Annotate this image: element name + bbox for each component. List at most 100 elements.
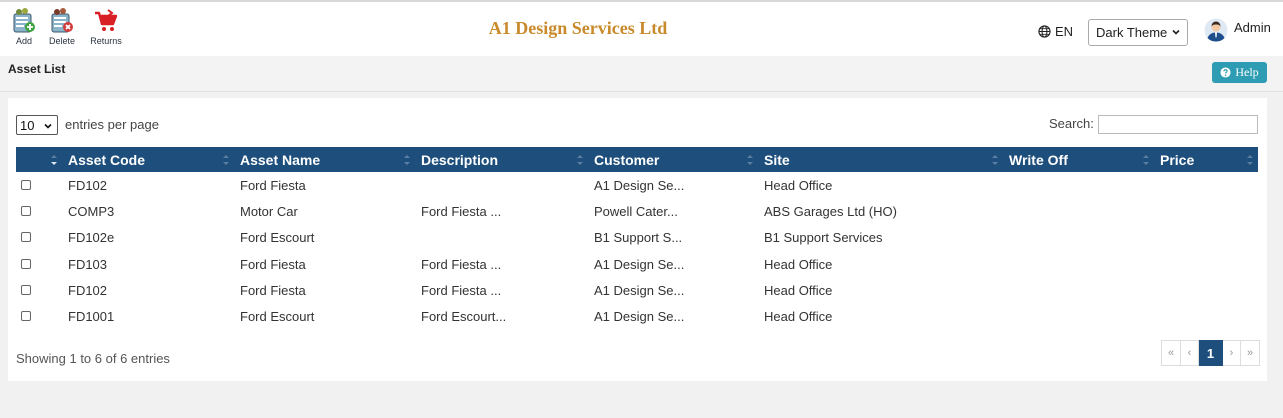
last-page-button[interactable]: » bbox=[1241, 340, 1260, 366]
customer-cell: Powell Cater... bbox=[594, 203, 678, 219]
row-checkbox[interactable] bbox=[21, 311, 31, 322]
write-off-cell bbox=[1003, 277, 1154, 303]
description-cell: Ford Fiesta ... bbox=[421, 203, 502, 219]
sort-icon bbox=[1143, 155, 1149, 165]
column-header-asset-code[interactable]: Asset Code bbox=[62, 147, 234, 172]
table-row[interactable]: FD1001 Ford Escourt Ford Escourt... A1 D… bbox=[16, 303, 1258, 329]
language-selector[interactable]: EN bbox=[1038, 24, 1073, 39]
site-cell: Head Office bbox=[764, 256, 833, 272]
language-label: EN bbox=[1055, 24, 1074, 39]
column-header-write-off[interactable]: Write Off bbox=[1003, 147, 1154, 172]
table-row[interactable]: FD103 Ford Fiesta Ford Fiesta ... A1 Des… bbox=[16, 251, 1258, 277]
customer-cell: A1 Design Se... bbox=[594, 282, 685, 298]
column-header-customer[interactable]: Customer bbox=[588, 147, 758, 172]
help-button[interactable]: Help bbox=[1212, 62, 1267, 83]
table-row[interactable]: FD102 Ford Fiesta Ford Fiesta ... A1 Des… bbox=[16, 277, 1258, 303]
sort-icon bbox=[747, 155, 753, 165]
theme-select[interactable]: Dark Theme bbox=[1088, 19, 1188, 46]
site-cell: ABS Garages Ltd (HO) bbox=[764, 203, 897, 219]
asset-code-cell: FD1001 bbox=[68, 309, 115, 325]
page-title: Asset List bbox=[8, 62, 66, 76]
question-circle-icon bbox=[1220, 67, 1231, 78]
write-off-cell bbox=[1003, 225, 1154, 251]
description-cell bbox=[415, 225, 588, 251]
column-header-description[interactable]: Description bbox=[415, 147, 588, 172]
asset-code-cell: FD102 bbox=[68, 177, 108, 193]
asset-name-cell: Ford Fiesta bbox=[240, 256, 306, 272]
write-off-cell bbox=[1003, 198, 1154, 224]
table-row[interactable]: FD102 Ford Fiesta A1 Design Se... Head O… bbox=[16, 172, 1258, 198]
asset-list-card: 10 entries per page Search: Asset Code A… bbox=[8, 98, 1267, 381]
search-label: Search: bbox=[1049, 116, 1094, 131]
select-all-header[interactable] bbox=[16, 147, 62, 172]
row-checkbox[interactable] bbox=[21, 284, 31, 295]
search-input[interactable] bbox=[1098, 115, 1258, 134]
row-checkbox[interactable] bbox=[21, 179, 31, 190]
theme-value: Dark Theme bbox=[1096, 25, 1168, 40]
price-cell bbox=[1154, 198, 1258, 224]
description-cell: Ford Fiesta ... bbox=[421, 282, 502, 298]
asset-name-cell: Ford Fiesta bbox=[240, 282, 306, 298]
price-cell bbox=[1154, 303, 1258, 329]
site-cell: B1 Support Services bbox=[764, 230, 883, 246]
sort-icon bbox=[404, 155, 410, 165]
top-header: Add Delete Returns A1 Design Services Lt… bbox=[0, 0, 1283, 56]
write-off-cell bbox=[1003, 251, 1154, 277]
customer-cell: B1 Support S... bbox=[594, 230, 683, 246]
asset-name-cell: Ford Escourt bbox=[240, 309, 315, 325]
column-header-price[interactable]: Price bbox=[1154, 147, 1258, 172]
entries-value: 10 bbox=[20, 117, 35, 133]
user-menu[interactable]: Admin bbox=[1204, 18, 1271, 42]
asset-code-cell: FD102 bbox=[68, 282, 108, 298]
site-cell: Head Office bbox=[764, 177, 833, 193]
customer-cell: A1 Design Se... bbox=[594, 177, 685, 193]
sort-icon bbox=[1247, 155, 1253, 165]
column-header-asset-name[interactable]: Asset Name bbox=[234, 147, 415, 172]
avatar-icon bbox=[1204, 18, 1228, 42]
table-header-row: Asset Code Asset Name Description Custom… bbox=[16, 147, 1258, 172]
site-cell: Head Office bbox=[764, 282, 833, 298]
price-cell bbox=[1154, 172, 1258, 198]
globe-icon bbox=[1038, 25, 1051, 38]
sort-icon bbox=[577, 155, 583, 165]
asset-name-cell: Ford Escourt bbox=[240, 230, 315, 246]
page-header: Asset List Help bbox=[0, 56, 1283, 92]
site-cell: Head Office bbox=[764, 309, 833, 325]
description-cell: Ford Escourt... bbox=[421, 309, 507, 325]
asset-table: Asset Code Asset Name Description Custom… bbox=[16, 147, 1258, 330]
description-cell: Ford Fiesta ... bbox=[421, 256, 502, 272]
sort-icon bbox=[992, 155, 998, 165]
sort-desc-icon bbox=[51, 155, 57, 165]
chevron-down-icon bbox=[1172, 29, 1180, 35]
asset-name-cell: Motor Car bbox=[240, 203, 298, 219]
row-checkbox[interactable] bbox=[21, 258, 31, 269]
asset-name-cell: Ford Fiesta bbox=[240, 177, 306, 193]
sort-icon bbox=[223, 155, 229, 165]
page-1-button[interactable]: 1 bbox=[1199, 340, 1223, 366]
chevron-down-icon bbox=[44, 123, 52, 129]
price-cell bbox=[1154, 277, 1258, 303]
company-name: A1 Design Services Ltd bbox=[488, 18, 668, 38]
customer-cell: A1 Design Se... bbox=[594, 256, 685, 272]
description-cell bbox=[415, 172, 588, 198]
table-row[interactable]: FD102e Ford Escourt B1 Support S... B1 S… bbox=[16, 225, 1258, 251]
price-cell bbox=[1154, 225, 1258, 251]
first-page-button[interactable]: « bbox=[1161, 340, 1181, 366]
price-cell bbox=[1154, 251, 1258, 277]
help-label: Help bbox=[1235, 65, 1259, 79]
row-checkbox[interactable] bbox=[21, 205, 31, 216]
row-checkbox[interactable] bbox=[21, 232, 31, 243]
asset-code-cell: FD102e bbox=[68, 230, 115, 246]
write-off-cell bbox=[1003, 303, 1154, 329]
pagination: « ‹ 1 › » bbox=[1161, 340, 1260, 366]
next-page-button[interactable]: › bbox=[1223, 340, 1241, 366]
user-name: Admin bbox=[1234, 19, 1271, 35]
previous-page-button[interactable]: ‹ bbox=[1181, 340, 1199, 366]
asset-code-cell: FD103 bbox=[68, 256, 108, 272]
entries-per-page-select[interactable]: 10 bbox=[16, 115, 58, 135]
asset-code-cell: COMP3 bbox=[68, 203, 115, 219]
customer-cell: A1 Design Se... bbox=[594, 309, 685, 325]
table-row[interactable]: COMP3 Motor Car Ford Fiesta ... Powell C… bbox=[16, 198, 1258, 224]
column-header-site[interactable]: Site bbox=[758, 147, 1003, 172]
table-info: Showing 1 to 6 of 6 entries bbox=[16, 351, 170, 366]
